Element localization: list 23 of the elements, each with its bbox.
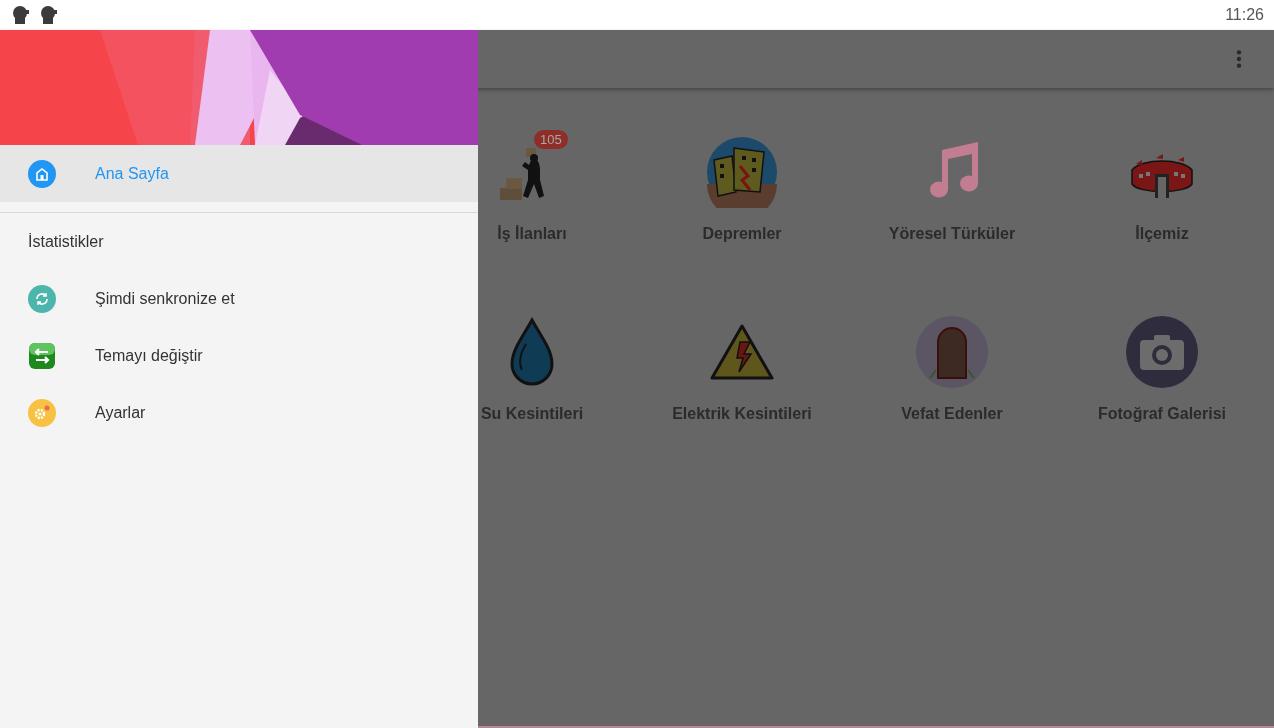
notification-icon: [39, 5, 59, 25]
grid-tile[interactable]: Elektrik Kesintileri: [637, 316, 847, 496]
menu-item[interactable]: Ayarlar: [0, 384, 478, 441]
grid-tile[interactable]: Yöresel Türküler: [847, 136, 1057, 316]
grid-tile[interactable]: Depremler: [637, 136, 847, 316]
sync-icon: [28, 284, 56, 313]
grid-tile[interactable]: Fotoğraf Galerisi: [1057, 316, 1267, 496]
swap-arrows-icon: [28, 341, 56, 370]
grid-tile[interactable]: İlçemiz: [1057, 136, 1267, 316]
gravestone-icon: [916, 316, 988, 388]
notification-icon: [11, 5, 31, 25]
gear-icon: [28, 398, 56, 427]
menu-item[interactable]: Ana Sayfa: [0, 145, 478, 202]
grid-tile[interactable]: Vefat Edenler: [847, 316, 1057, 496]
menu-item[interactable]: Temayı değiştir: [0, 327, 478, 384]
count-badge: 105: [534, 130, 568, 149]
camera-icon: [1126, 316, 1198, 388]
home-icon: [28, 159, 56, 188]
status-time: 11:26: [1225, 6, 1264, 24]
more-options-icon[interactable]: [1235, 49, 1243, 69]
collapsing-buildings-icon: [706, 136, 778, 208]
menu-section-title: İstatistikler: [27, 231, 105, 252]
menu-item[interactable]: Şimdi senkronize et: [0, 270, 478, 327]
